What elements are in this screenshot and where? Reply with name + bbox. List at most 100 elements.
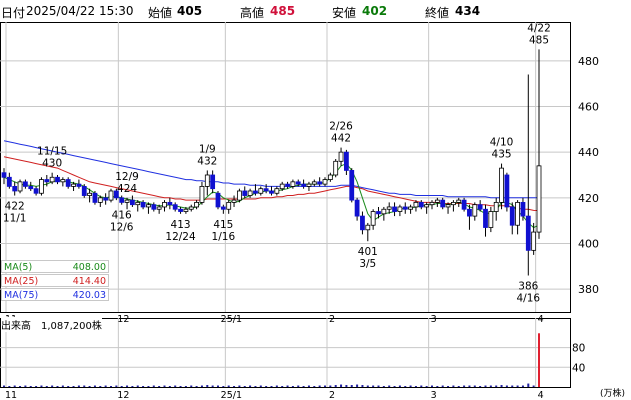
volume-bar — [431, 385, 433, 387]
candle-body — [44, 179, 50, 183]
volume-bar — [340, 384, 343, 387]
volume-bar — [500, 385, 503, 387]
annotation-value: 401 — [358, 246, 378, 258]
candle-body — [210, 174, 216, 190]
volume-bar — [29, 386, 32, 387]
volume-bar — [45, 386, 48, 387]
candle-body — [194, 201, 200, 208]
annotation-date: 12/9 — [115, 171, 139, 183]
volume-bar — [505, 385, 508, 387]
candle-body — [204, 174, 210, 187]
candle-body — [456, 199, 462, 203]
candle-body — [135, 201, 141, 206]
candle-body — [531, 231, 537, 251]
candle-body — [365, 224, 371, 231]
candle-body — [151, 204, 157, 210]
candle-body — [49, 176, 55, 183]
candle-body — [231, 199, 237, 203]
volume-bar — [126, 385, 129, 387]
annotation-value: 415 — [213, 219, 233, 231]
volume-bar — [67, 386, 70, 387]
volume-bar — [72, 386, 75, 387]
candle-body — [108, 190, 114, 201]
volume-bar — [516, 385, 519, 387]
volume-bar — [452, 385, 455, 387]
annotation-value: 422 — [5, 201, 25, 213]
candle-body — [178, 208, 183, 212]
candle-body — [103, 197, 109, 201]
volume-bar — [238, 385, 241, 387]
candle-body — [279, 183, 285, 190]
volume-bar — [24, 385, 27, 387]
volume-bar — [313, 386, 316, 387]
volume-bar — [270, 386, 273, 387]
volume-bar — [473, 385, 476, 387]
y-tick-label: 440 — [578, 146, 599, 159]
volume-bar — [211, 385, 214, 387]
candle-body — [343, 151, 349, 171]
annotation-value: 432 — [197, 155, 217, 167]
candle-body — [12, 186, 18, 192]
candle-body — [461, 199, 467, 210]
candle-body — [220, 206, 226, 210]
x-tick-label-volume: 11 — [5, 390, 17, 400]
candle-body — [253, 190, 258, 194]
volume-bar — [447, 386, 450, 387]
annotation-value: 424 — [117, 183, 137, 195]
volume-label: 出来高 1,087,200株 — [1, 317, 102, 332]
volume-bar — [414, 386, 417, 387]
ma75-legend-name: MA(75) — [4, 290, 39, 301]
volume-bar — [291, 386, 294, 387]
volume-bar — [275, 385, 278, 387]
candle-body — [140, 201, 146, 208]
volume-bar — [489, 385, 492, 387]
volume-bar — [3, 385, 5, 387]
volume-bar — [420, 385, 423, 387]
volume-bar — [206, 385, 209, 387]
volume-unit-label: (万株) — [600, 387, 625, 399]
volume-bar — [243, 386, 246, 387]
volume-bar — [441, 385, 444, 387]
candle-body — [311, 181, 317, 185]
candle-body — [39, 179, 44, 194]
volume-bar — [372, 385, 375, 387]
candle-body — [215, 192, 221, 208]
volume-bar — [527, 383, 530, 387]
volume-bars-group — [3, 333, 540, 387]
volume-bar — [324, 385, 326, 387]
volume-bar — [521, 385, 524, 387]
candle-body — [327, 174, 333, 180]
annotation-date: 2/26 — [329, 121, 353, 133]
candle-body — [162, 201, 167, 208]
volume-bar — [184, 386, 187, 387]
volume-bar — [479, 386, 482, 387]
candle-body — [236, 190, 242, 201]
candle-body — [472, 204, 478, 217]
candle-body — [87, 192, 92, 196]
annotation-date: 11/1 — [3, 213, 27, 225]
volume-bar — [158, 386, 161, 387]
candle-body — [6, 176, 12, 187]
volume-bar — [8, 386, 11, 387]
ma25-legend-name: MA(25) — [4, 276, 39, 287]
volume-bar — [361, 385, 364, 387]
candle-body — [354, 199, 360, 217]
x-tick-label: 25/1 — [221, 314, 242, 325]
volume-bar — [110, 386, 112, 387]
x-tick-label: 4 — [538, 314, 544, 325]
volume-bar — [286, 385, 289, 387]
volume-bar — [538, 333, 540, 387]
x-tick-label-volume: 12 — [117, 390, 129, 400]
candle-body — [413, 201, 419, 208]
candle-body — [71, 183, 76, 187]
candle-body — [509, 206, 515, 226]
x-tick-label: 3 — [431, 314, 437, 325]
volume-bar — [51, 385, 54, 387]
candle-body — [360, 215, 365, 231]
volume-bar — [233, 386, 236, 387]
volume-bar — [398, 385, 401, 387]
volume-bar — [307, 385, 310, 387]
candle-body — [338, 151, 344, 162]
annotation-date: 4/22 — [527, 22, 551, 34]
volume-bar — [404, 386, 407, 387]
